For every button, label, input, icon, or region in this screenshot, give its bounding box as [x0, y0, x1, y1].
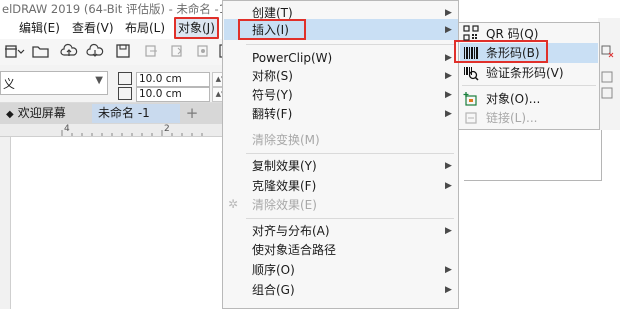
submenu-arrow-icon: ▶: [445, 53, 452, 63]
menu-item-powerclip[interactable]: PowerClip(W): [252, 49, 332, 67]
menu-item-align-distribute[interactable]: 对齐与分布(A): [252, 222, 330, 240]
tab-untitled-label: 未命名 -1: [98, 106, 150, 120]
home-icon: ◆: [6, 109, 14, 120]
drawing-page[interactable]: [10, 137, 236, 309]
add-tab-button[interactable]: +: [177, 104, 207, 123]
height-input[interactable]: 10.0 cm: [136, 87, 210, 102]
text-y-icon[interactable]: [600, 86, 614, 100]
clear-effect-icon: ✲: [228, 197, 239, 211]
menu-item-copy-effect[interactable]: 复制效果(Y): [252, 157, 317, 175]
menu-separator: [246, 218, 454, 219]
height-control: 10.0 cm ▲▼: [118, 87, 230, 102]
submenu-arrow-icon: ▶: [445, 90, 452, 100]
validate-barcode-icon: [463, 65, 479, 81]
menu-item-order[interactable]: 顺序(O): [252, 261, 295, 279]
window-title: elDRAW 2019 (64-Bit 评估版) - 未命名 -1: [2, 2, 227, 16]
submenu-arrow-icon: ▶: [445, 285, 452, 295]
export-icon[interactable]: [168, 43, 186, 61]
chevron-down-icon: ▼: [95, 75, 103, 86]
submenu-arrow-icon: ▶: [445, 181, 452, 191]
page-border-vertical: [601, 130, 602, 180]
menu-separator: [246, 153, 454, 154]
tab-welcome-label: 欢迎屏幕: [17, 106, 66, 120]
menu-view[interactable]: 查看(V): [72, 19, 114, 37]
barcode-icon: [463, 45, 479, 61]
units-dropdown[interactable]: 义 ▼: [0, 71, 108, 95]
save-icon[interactable]: [114, 43, 132, 61]
submenu-item-object[interactable]: 对象(O)...: [486, 90, 540, 108]
menu-item-group[interactable]: 组合(G): [252, 281, 295, 299]
menu-item-clear-transform: 清除变换(M): [252, 133, 320, 147]
menu-separator: [462, 85, 596, 86]
menu-item-symbol[interactable]: 符号(Y): [252, 86, 293, 104]
menu-item-symmetry[interactable]: 对称(S): [252, 67, 293, 85]
ruler-tick-label: 4: [64, 124, 70, 134]
submenu-arrow-icon: ▶: [445, 25, 452, 35]
menu-edit[interactable]: 编辑(E): [19, 19, 60, 37]
menu-layout[interactable]: 布局(L): [125, 19, 165, 37]
submenu-item-validate-barcode[interactable]: 验证条形码(V): [486, 64, 564, 82]
width-control: 10.0 cm ▲▼: [118, 72, 230, 87]
submenu-arrow-icon: ▶: [445, 109, 452, 119]
submenu-item-qr-code[interactable]: QR 码(Q): [486, 25, 538, 43]
menu-object[interactable]: 对象(J): [174, 17, 219, 39]
width-icon: [118, 72, 132, 85]
publish-icon[interactable]: [194, 43, 212, 61]
cloud-download-icon[interactable]: [86, 43, 104, 61]
menu-item-create[interactable]: 创建(T): [252, 4, 293, 22]
dropdown-arrow-icon[interactable]: [12, 43, 30, 61]
submenu-arrow-icon: ▶: [445, 265, 452, 275]
insert-object-icon: [463, 91, 479, 107]
height-icon: [118, 87, 132, 100]
submenu-arrow-icon: ▶: [445, 71, 452, 81]
align-icon[interactable]: [600, 44, 614, 58]
submenu-arrow-icon: ▶: [445, 161, 452, 171]
menu-item-insert[interactable]: 插入(I): [252, 21, 289, 39]
tab-welcome-screen[interactable]: ◆ 欢迎屏幕: [0, 104, 100, 123]
menu-item-flip[interactable]: 翻转(F): [252, 105, 292, 123]
units-dropdown-value: 义: [3, 77, 16, 91]
qr-code-icon: [463, 25, 479, 41]
ruler-tick-label: 2: [164, 124, 170, 134]
submenu-item-link: 链接(L)...: [486, 111, 538, 125]
menu-separator: [246, 44, 454, 45]
open-folder-icon[interactable]: [32, 43, 50, 61]
canvas-right-area[interactable]: [460, 130, 620, 309]
submenu-arrow-icon: ▶: [445, 8, 452, 18]
submenu-arrow-icon: ▶: [445, 226, 452, 236]
submenu-item-barcode[interactable]: 条形码(B): [486, 44, 540, 62]
menu-item-clear-effect: 清除效果(E): [252, 198, 317, 212]
menu-item-fit-to-path[interactable]: 使对象适合路径: [252, 241, 336, 259]
page-border-horizontal: [464, 180, 602, 181]
text-x-icon[interactable]: [600, 70, 614, 84]
horizontal-ruler: 4 2: [0, 124, 235, 137]
link-icon: [463, 110, 479, 126]
menu-item-clone-effect[interactable]: 克隆效果(F): [252, 177, 316, 195]
import-icon[interactable]: [142, 43, 160, 61]
tab-untitled-document[interactable]: 未命名 -1: [92, 104, 180, 123]
width-input[interactable]: 10.0 cm: [136, 72, 210, 87]
cloud-upload-icon[interactable]: [60, 43, 78, 61]
